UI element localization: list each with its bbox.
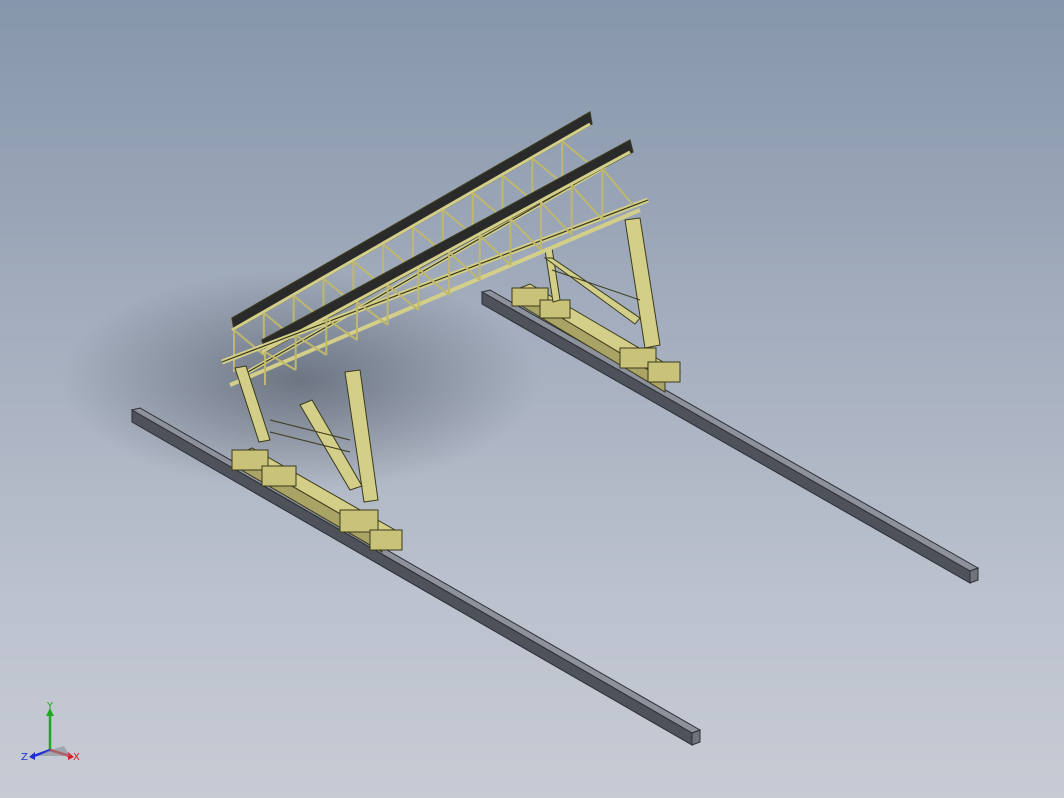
graphics-viewport[interactable]: Y X Z xyxy=(0,0,1064,798)
truss-diagonal xyxy=(601,168,634,206)
triad-z-label: Z xyxy=(21,752,28,763)
triad-plane xyxy=(38,746,70,756)
truss-diagonal xyxy=(540,201,573,236)
triad-z-arrow xyxy=(29,752,35,760)
triad-x-label: X xyxy=(73,752,80,763)
ground-shadow xyxy=(60,270,540,490)
triad-y-label: Y xyxy=(46,701,54,712)
truss-diagonal xyxy=(570,184,604,221)
view-orientation-triad[interactable]: Y X Z xyxy=(21,701,80,763)
truss-diagonal xyxy=(561,140,593,167)
rail-right[interactable] xyxy=(480,289,980,584)
gantry-crane-model[interactable]: Y X Z xyxy=(0,0,1064,798)
